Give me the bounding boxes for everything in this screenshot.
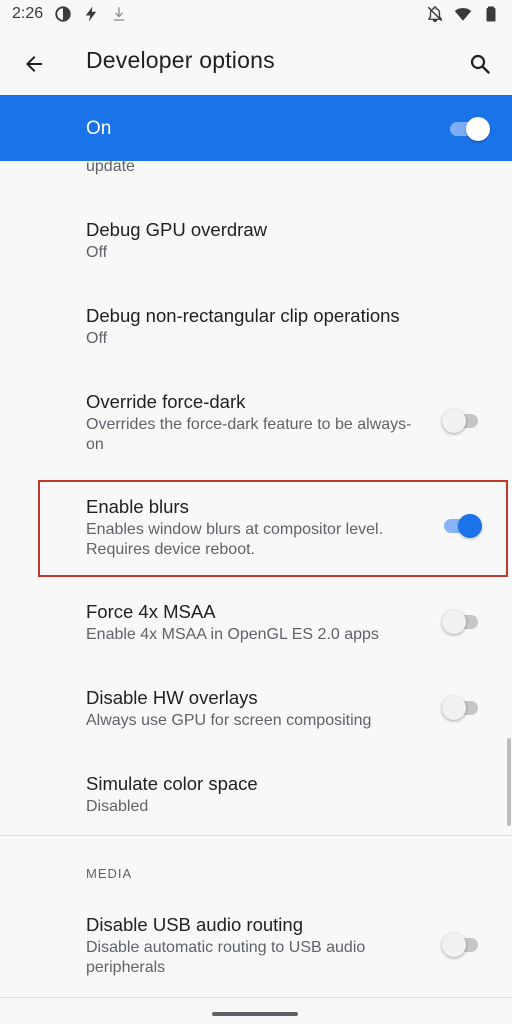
setting-summary: Disabled	[86, 798, 149, 815]
section-divider	[0, 835, 512, 836]
override-force-dark-toggle[interactable]	[442, 408, 482, 433]
setting-title: Debug GPU overdraw	[86, 219, 267, 240]
status-time: 2:26	[12, 5, 44, 22]
arrow-back-icon	[26, 56, 42, 72]
toggle-thumb	[442, 409, 466, 433]
setting-summary: Always use GPU for screen compositing	[86, 712, 372, 729]
setting-summary: Disable automatic routing to USB audio p…	[86, 939, 366, 976]
force-4x-msaa-toggle[interactable]	[442, 609, 482, 634]
setting-summary: Enable 4x MSAA in OpenGL ES 2.0 apps	[86, 626, 379, 643]
status-bar: 2:26	[0, 0, 512, 30]
master-toggle[interactable]	[448, 115, 490, 141]
app-bar: Developer options	[0, 30, 512, 94]
setting-disable-hw-overlays[interactable]: Disable HW overlays Always use GPU for s…	[0, 673, 512, 743]
scrollbar[interactable]	[507, 738, 511, 826]
data-saver-icon	[55, 6, 71, 22]
toggle-thumb	[458, 514, 482, 538]
status-right-icons	[426, 5, 500, 23]
master-switch-label: On	[86, 118, 112, 139]
wifi-icon	[454, 8, 472, 21]
setting-summary: Enables window blurs at compositor level…	[86, 521, 384, 558]
master-switch-bar[interactable]: On	[0, 95, 512, 161]
setting-summary: Overrides the force-dark feature to be a…	[86, 416, 412, 453]
master-toggle-thumb	[466, 117, 490, 141]
bottom-divider	[0, 997, 512, 998]
bolt-icon	[85, 6, 97, 22]
setting-debug-gpu-overdraw[interactable]: Debug GPU overdraw Off	[0, 205, 512, 275]
toggle-thumb	[442, 696, 466, 720]
enable-blurs-toggle[interactable]	[442, 513, 482, 538]
gesture-nav-handle[interactable]	[212, 1012, 298, 1016]
battery-icon	[486, 6, 496, 22]
status-left-icons	[54, 5, 128, 23]
disable-usb-audio-routing-toggle[interactable]	[442, 932, 482, 957]
setting-title: Disable USB audio routing	[86, 914, 303, 935]
page-title: Developer options	[86, 47, 275, 73]
setting-title: Enable blurs	[86, 496, 189, 517]
toggle-thumb	[442, 610, 466, 634]
developer-options-screen: 2:26 Developer options On update Debug G…	[0, 0, 512, 1024]
setting-title: Force 4x MSAA	[86, 601, 216, 622]
setting-enable-blurs[interactable]: Enable blurs Enables window blurs at com…	[0, 482, 512, 576]
setting-debug-clip-operations[interactable]: Debug non-rectangular clip operations Of…	[0, 291, 512, 361]
notifications-off-icon	[427, 6, 443, 23]
back-button[interactable]	[14, 44, 54, 84]
setting-title: Debug non-rectangular clip operations	[86, 305, 400, 326]
setting-summary: Off	[86, 244, 108, 261]
download-icon	[113, 7, 125, 21]
setting-override-force-dark[interactable]: Override force-dark Overrides the force-…	[0, 377, 512, 467]
toggle-thumb	[442, 933, 466, 957]
search-icon	[470, 54, 490, 74]
setting-simulate-color-space[interactable]: Simulate color space Disabled	[0, 759, 512, 829]
setting-title: Simulate color space	[86, 773, 258, 794]
section-header-media: MEDIA	[86, 866, 133, 881]
setting-force-4x-msaa[interactable]: Force 4x MSAA Enable 4x MSAA in OpenGL E…	[0, 587, 512, 657]
setting-title: Disable HW overlays	[86, 687, 258, 708]
setting-disable-usb-audio-routing[interactable]: Disable USB audio routing Disable automa…	[0, 900, 512, 990]
disable-hw-overlays-toggle[interactable]	[442, 695, 482, 720]
setting-title: Override force-dark	[86, 391, 246, 412]
search-button[interactable]	[460, 44, 500, 84]
cut-off-summary: update	[86, 158, 135, 175]
setting-summary: Off	[86, 330, 108, 347]
